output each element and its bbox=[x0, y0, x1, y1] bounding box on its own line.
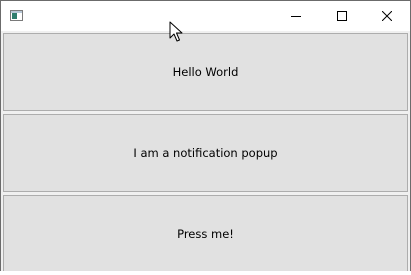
notification-popup-button[interactable]: I am a notification popup bbox=[3, 114, 408, 192]
app-window: Hello World I am a notification popup Pr… bbox=[0, 0, 411, 275]
maximize-button[interactable] bbox=[319, 1, 365, 31]
title-bar[interactable] bbox=[1, 1, 410, 31]
hello-world-button[interactable]: Hello World bbox=[3, 33, 408, 111]
notification-popup-button-label: I am a notification popup bbox=[133, 146, 278, 160]
close-button[interactable] bbox=[364, 1, 410, 31]
window-content: Hello World I am a notification popup Pr… bbox=[2, 31, 409, 273]
minimize-icon bbox=[291, 16, 301, 17]
press-me-button-label: Press me! bbox=[177, 227, 234, 241]
close-icon bbox=[382, 11, 392, 21]
app-window-icon bbox=[10, 10, 23, 21]
press-me-button[interactable]: Press me! bbox=[3, 195, 408, 273]
mouse-cursor-icon bbox=[169, 21, 183, 42]
minimize-button[interactable] bbox=[273, 1, 319, 31]
desktop-background bbox=[0, 271, 411, 275]
hello-world-button-label: Hello World bbox=[172, 65, 239, 79]
maximize-icon bbox=[337, 11, 347, 21]
